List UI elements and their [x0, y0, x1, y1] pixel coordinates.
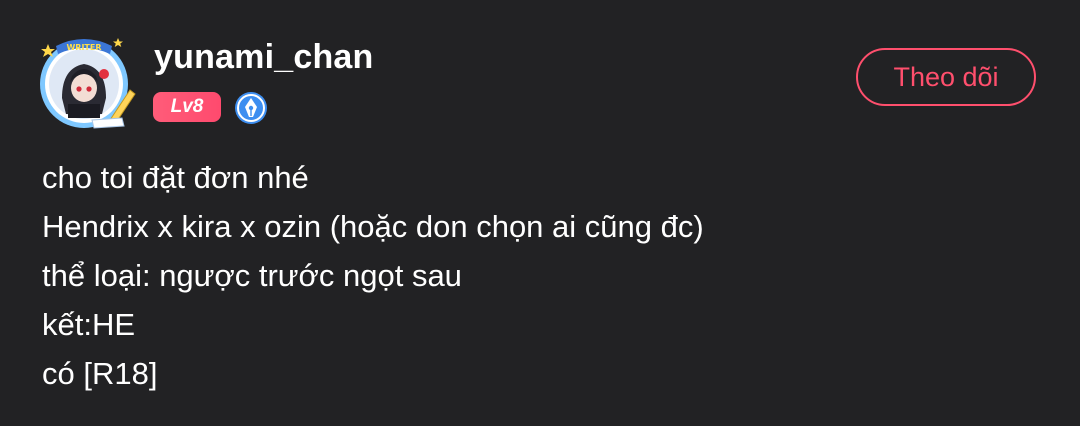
post-line: Hendrix x kira x ozin (hoặc don chọn ai …: [42, 209, 704, 244]
level-badge: Lv8: [153, 92, 221, 122]
pen-nib-icon: [233, 90, 269, 126]
post-content: cho toi đặt đơn nhé Hendrix x kira x ozi…: [42, 153, 1042, 398]
follow-button[interactable]: Theo dõi: [856, 48, 1036, 106]
post-card: WRITER yunami_chan Lv8 Theo dõi cho toi …: [0, 0, 1080, 426]
post-line: thể loại: ngược trước ngọt sau: [42, 258, 462, 293]
post-line: cho toi đặt đơn nhé: [42, 160, 309, 195]
avatar-frame-label: WRITER: [66, 43, 101, 52]
post-line: có [R18]: [42, 356, 158, 391]
post-line: kết:HE: [42, 307, 136, 342]
author-username[interactable]: yunami_chan: [154, 38, 374, 77]
avatar[interactable]: WRITER: [32, 28, 140, 132]
